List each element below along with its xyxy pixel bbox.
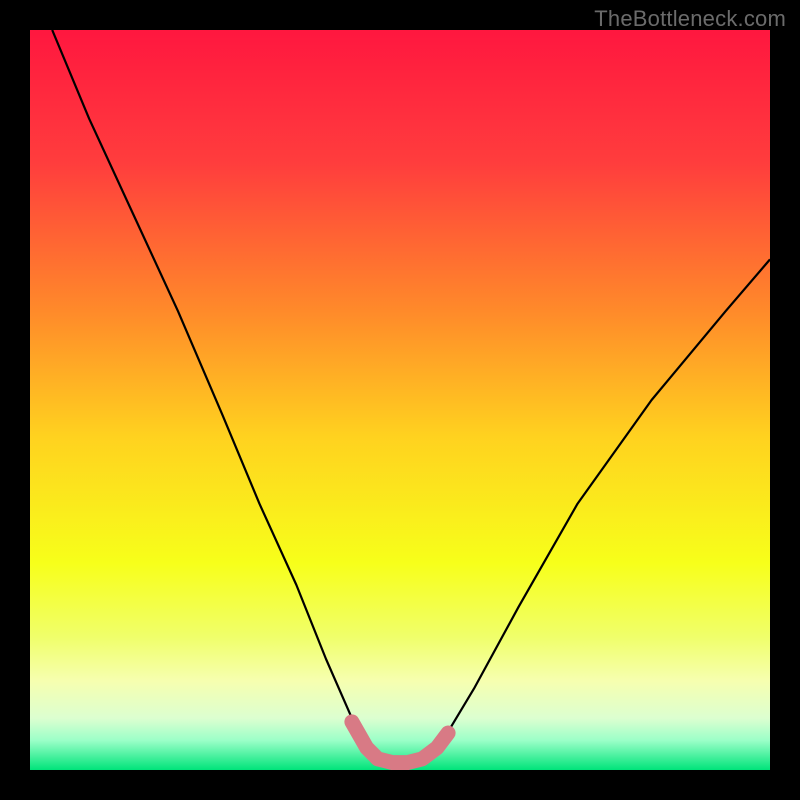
plot-area: [30, 30, 770, 770]
chart-frame: TheBottleneck.com: [0, 0, 800, 800]
highlight-band: [352, 722, 448, 763]
watermark-text: TheBottleneck.com: [594, 6, 786, 32]
bottleneck-curve-svg: [30, 30, 770, 770]
bottleneck-curve: [52, 30, 770, 763]
